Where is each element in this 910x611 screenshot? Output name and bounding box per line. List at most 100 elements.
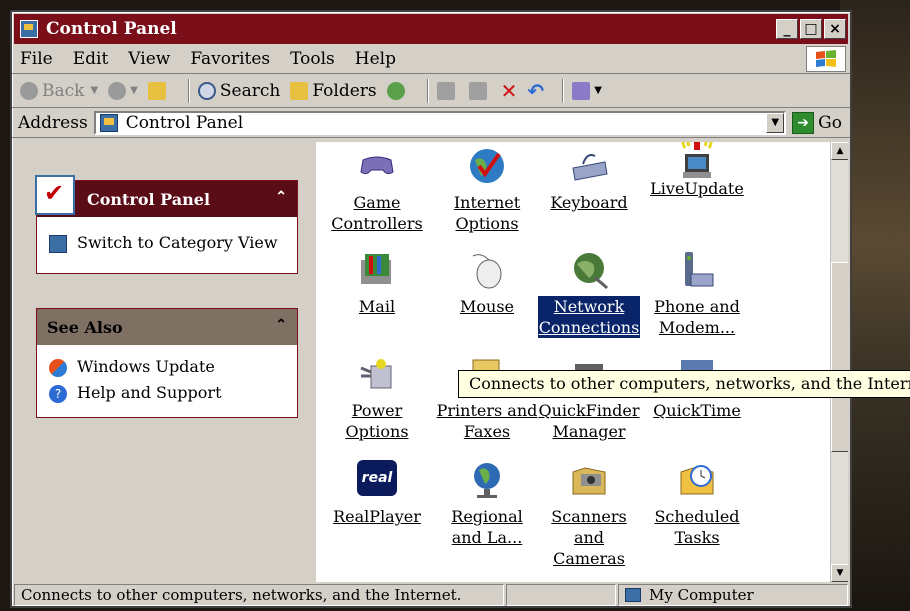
status-zone: My Computer xyxy=(618,584,848,606)
realplayer-label: RealPlayer xyxy=(333,507,421,526)
undo-button[interactable]: ↶ xyxy=(527,79,544,103)
delete-icon: ✕ xyxy=(500,78,518,103)
scheduled-tasks-label: Scheduled Tasks xyxy=(654,507,740,547)
liveupdate-item[interactable]: LiveUpdate xyxy=(646,142,748,199)
phone-modem-item[interactable]: Phone and Modem... xyxy=(646,250,748,338)
regional-language-label: Regional and La... xyxy=(451,507,523,547)
quickfinder-manager-item[interactable]: QuickFinder Manager xyxy=(538,354,640,442)
network-connections-label: Network Connections xyxy=(537,295,641,339)
delete-button[interactable]: ✕ xyxy=(501,79,518,103)
internet-options-item[interactable]: Internet Options xyxy=(436,146,538,234)
status-text: Connects to other computers, networks, a… xyxy=(14,584,504,606)
help-and-support-link[interactable]: ? Help and Support xyxy=(49,383,285,403)
address-dropdown-button[interactable]: ▼ xyxy=(766,112,785,133)
menu-file[interactable]: File xyxy=(20,49,53,69)
printers-faxes-item[interactable]: Printers and Faxes xyxy=(436,354,538,442)
control-panel-box-title: Control Panel xyxy=(87,189,211,209)
folders-button[interactable]: Folders xyxy=(290,81,377,101)
undo-icon: ↶ xyxy=(527,78,545,103)
mouse-item[interactable]: Mouse xyxy=(436,250,538,317)
scroll-down-button[interactable]: ▼ xyxy=(831,564,848,582)
realplayer-icon: real xyxy=(357,460,397,500)
power-options-label: Power Options xyxy=(345,401,409,441)
windows-update-label: Windows Update xyxy=(77,357,215,376)
keyboard-item[interactable]: Keyboard xyxy=(538,146,640,213)
address-bar: Address Control Panel ▼ ➔ Go xyxy=(12,108,850,138)
see-also-header[interactable]: See Also ⌃ xyxy=(37,309,297,345)
maximize-button[interactable]: □ xyxy=(800,19,822,39)
forward-button[interactable]: ▼ xyxy=(108,81,138,100)
copy-to-button[interactable] xyxy=(468,81,491,100)
control-panel-box: Control Panel ⌃ Switch to Category View xyxy=(35,175,298,274)
back-button[interactable]: Back ▼ xyxy=(20,81,98,101)
collapse-chevron-icon[interactable]: ⌃ xyxy=(275,189,287,205)
task-pane: Control Panel ⌃ Switch to Category View … xyxy=(14,142,316,582)
quickfinder-manager-label: QuickFinder Manager xyxy=(538,401,640,441)
power-options-item[interactable]: Power Options xyxy=(326,354,428,442)
windows-logo-icon xyxy=(806,46,846,72)
control-panel-icon xyxy=(99,113,118,132)
up-folder-button[interactable] xyxy=(147,81,170,100)
scanners-cameras-label: Scanners and Cameras xyxy=(551,507,627,568)
status-panel xyxy=(506,584,616,606)
game-controllers-item[interactable]: Game Controllers xyxy=(326,146,428,234)
folders-icon xyxy=(290,81,309,100)
regional-language-item[interactable]: Regional and La... xyxy=(436,460,538,548)
liveupdate-icon xyxy=(677,142,717,178)
up-folder-icon xyxy=(147,81,166,100)
toolbar-separator xyxy=(187,78,190,103)
menu-help[interactable]: Help xyxy=(355,49,396,69)
go-button[interactable]: ➔ Go xyxy=(792,111,842,134)
network-connections-item[interactable]: Network Connections xyxy=(537,250,641,339)
views-icon xyxy=(572,81,591,100)
forward-arrow-icon xyxy=(108,81,127,100)
scanners-cameras-icon xyxy=(569,460,609,500)
mail-icon xyxy=(357,250,397,290)
control-panel-box-header[interactable]: Control Panel ⌃ xyxy=(35,175,297,217)
quicktime-label: QuickTime xyxy=(653,401,741,420)
address-label: Address xyxy=(18,112,88,133)
switch-to-category-view-link[interactable]: Switch to Category View xyxy=(49,233,285,253)
explorer-window: Control Panel _ □ × File Edit View Favor… xyxy=(10,10,852,608)
menu-tools[interactable]: Tools xyxy=(290,49,335,69)
address-field[interactable]: Control Panel ▼ xyxy=(93,110,787,135)
menu-bar: File Edit View Favorites Tools Help xyxy=(12,44,850,74)
switch-to-category-view-label: Switch to Category View xyxy=(77,233,278,252)
control-panel-large-icon xyxy=(35,175,75,215)
window-title: Control Panel xyxy=(46,19,177,39)
power-options-icon xyxy=(357,354,397,394)
scheduled-tasks-icon xyxy=(677,460,717,500)
go-label: Go xyxy=(818,112,842,133)
close-button[interactable]: × xyxy=(824,19,846,39)
menu-view[interactable]: View xyxy=(128,49,170,69)
search-label: Search xyxy=(219,80,281,101)
scroll-thumb[interactable] xyxy=(831,262,848,452)
mail-item[interactable]: Mail xyxy=(326,250,428,317)
title-bar[interactable]: Control Panel _ □ × xyxy=(14,14,848,44)
minimize-button[interactable]: _ xyxy=(776,19,798,39)
mouse-icon xyxy=(467,250,507,290)
icon-grid: Game Controllers Internet Options Keyboard… xyxy=(326,142,828,582)
scanners-cameras-item[interactable]: Scanners and Cameras xyxy=(538,460,640,569)
vertical-scrollbar[interactable]: ▲ ▼ xyxy=(830,142,848,582)
standard-toolbar: Back ▼ ▼ Search Folders ✕ ↶ ▼ xyxy=(12,74,850,108)
windows-update-link[interactable]: Windows Update xyxy=(49,357,285,377)
chevron-down-icon: ▼ xyxy=(594,85,602,96)
scheduled-tasks-item[interactable]: Scheduled Tasks xyxy=(646,460,748,548)
back-arrow-icon xyxy=(20,81,38,100)
realplayer-item[interactable]: real RealPlayer xyxy=(326,460,428,527)
keyboard-icon xyxy=(569,146,609,186)
copy-to-icon xyxy=(468,81,487,100)
views-button[interactable]: ▼ xyxy=(572,81,602,100)
search-button[interactable]: Search xyxy=(197,80,281,101)
menu-favorites[interactable]: Favorites xyxy=(190,49,270,69)
game-controllers-label: Game Controllers xyxy=(331,193,423,233)
move-to-button[interactable] xyxy=(436,81,459,100)
my-computer-icon xyxy=(625,588,641,602)
game-controller-icon xyxy=(357,146,397,186)
history-button[interactable] xyxy=(386,81,409,100)
see-also-box: See Also ⌃ Windows Update ? Help and Sup… xyxy=(36,308,298,418)
collapse-chevron-icon[interactable]: ⌃ xyxy=(275,317,287,333)
scroll-up-button[interactable]: ▲ xyxy=(831,142,848,160)
menu-edit[interactable]: Edit xyxy=(73,49,109,69)
